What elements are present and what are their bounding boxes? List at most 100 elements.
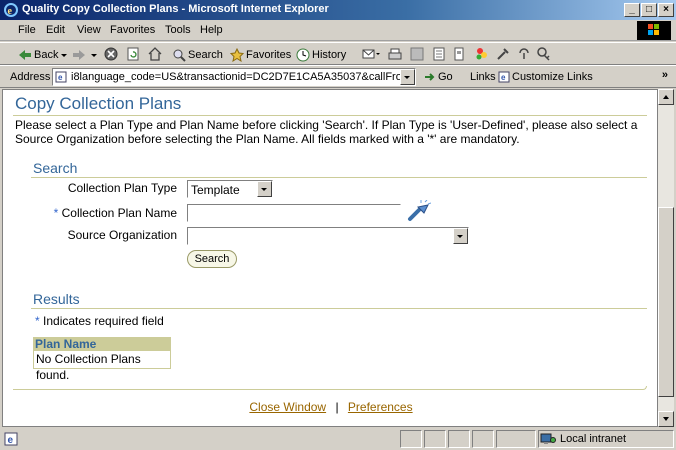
close-button[interactable]: × <box>658 3 674 17</box>
plan-type-dropdown-button[interactable] <box>257 181 272 197</box>
edit-icon[interactable] <box>410 47 424 61</box>
page-status-icon: e <box>4 432 18 446</box>
menu-file[interactable]: File <box>18 24 36 36</box>
address-bar: Address e i8language_code=US&transaction… <box>0 65 676 88</box>
plan-type-label: Collection Plan Type <box>67 181 177 195</box>
source-org-select[interactable] <box>187 227 469 245</box>
footer-links: Close Window | Preferences <box>3 400 657 414</box>
vertical-scrollbar[interactable] <box>658 89 674 427</box>
search-heading: Search <box>33 160 78 176</box>
key-icon[interactable] <box>536 46 552 62</box>
scroll-down-arrow-icon <box>663 417 669 421</box>
footer-divider <box>13 386 647 390</box>
back-label: Back <box>34 49 59 61</box>
status-pane-2 <box>424 430 446 448</box>
search-toolbar-button[interactable]: Search <box>172 47 223 63</box>
go-label: Go <box>438 71 453 83</box>
results-divider <box>31 308 647 309</box>
scroll-down-button[interactable] <box>658 411 674 427</box>
status-bar: e Local intranet <box>0 428 676 450</box>
windows-logo-icon <box>637 21 671 40</box>
intranet-icon <box>540 433 556 444</box>
table-empty-row: No Collection Plans found. <box>33 351 171 382</box>
svg-text:e: e <box>501 73 506 82</box>
chevron-more-icon[interactable]: » <box>662 69 668 81</box>
search-icon <box>173 49 186 62</box>
tools-icon[interactable] <box>496 47 510 61</box>
source-org-label: Source Organization <box>67 228 177 242</box>
mail-icon[interactable] <box>362 47 380 61</box>
svg-text:e: e <box>8 435 14 446</box>
toolbar: Back Search Favorites History <box>0 42 676 65</box>
zone-label: Local intranet <box>560 433 627 445</box>
favorites-label: Favorites <box>246 49 292 61</box>
link-page-icon: e <box>498 71 510 83</box>
status-pane-1 <box>400 430 422 448</box>
title-bar: e Quality Copy Collection Plans - Micros… <box>0 0 676 20</box>
page-title: Copy Collection Plans <box>15 94 182 113</box>
address-input[interactable]: e i8language_code=US&transactionid=DC2D7… <box>52 68 416 86</box>
plan-type-select[interactable]: Template <box>187 180 273 198</box>
menu-tools[interactable]: Tools <box>165 24 191 36</box>
customize-links[interactable]: e Customize Links <box>498 71 593 83</box>
history-icon <box>296 48 310 62</box>
menu-view[interactable]: View <box>77 24 101 36</box>
home-icon[interactable] <box>148 47 162 61</box>
refresh-icon[interactable] <box>126 47 140 61</box>
required-note-text: Indicates required field <box>43 314 164 328</box>
messenger-icon[interactable] <box>474 46 490 62</box>
address-dropdown-button[interactable] <box>400 69 415 85</box>
search-button[interactable]: Search <box>187 250 237 268</box>
stop-icon[interactable] <box>104 47 118 61</box>
footer-separator: | <box>335 400 339 414</box>
results-heading: Results <box>33 291 80 307</box>
plan-name-label: Collection Plan Name <box>61 206 177 220</box>
source-org-dropdown-button[interactable] <box>453 228 468 244</box>
security-zone: Local intranet <box>540 432 626 446</box>
address-label: Address <box>10 71 51 83</box>
menu-favorites[interactable]: Favorites <box>110 24 155 36</box>
required-asterisk: * <box>53 206 59 220</box>
go-button[interactable]: Go <box>424 71 453 83</box>
forward-button[interactable] <box>72 47 97 63</box>
back-arrow-icon <box>19 50 31 60</box>
menu-help[interactable]: Help <box>200 24 223 36</box>
flashlight-search-icon[interactable] <box>407 200 431 222</box>
status-pane-4 <box>472 430 494 448</box>
instructions-text: Please select a Plan Type and Plan Name … <box>15 118 638 146</box>
menu-edit[interactable]: Edit <box>46 24 65 36</box>
print-icon[interactable] <box>388 47 402 61</box>
history-label: History <box>312 49 347 61</box>
menu-bar: File Edit View Favorites Tools Help <box>0 20 676 41</box>
table-header-plan-name: Plan Name <box>33 337 171 351</box>
links-label[interactable]: Links <box>470 71 496 83</box>
discuss-icon[interactable] <box>432 47 446 61</box>
favorites-button[interactable]: Favorites <box>230 47 291 63</box>
page-content: Copy Collection Plans Please select a Pl… <box>2 89 658 427</box>
status-pane-5 <box>496 430 536 448</box>
scroll-up-button[interactable] <box>658 89 674 105</box>
favorites-icon <box>230 48 244 62</box>
research-icon[interactable] <box>516 46 532 62</box>
search-divider <box>31 177 647 178</box>
minimize-button[interactable]: _ <box>624 3 640 17</box>
document-icon[interactable] <box>452 47 466 61</box>
plan-type-value: Template <box>191 183 240 197</box>
plan-name-input[interactable] <box>187 204 401 222</box>
forward-arrow-icon <box>73 50 85 60</box>
preferences-link[interactable]: Preferences <box>348 400 413 414</box>
scroll-up-arrow-icon <box>663 95 669 99</box>
scroll-thumb[interactable] <box>658 207 674 397</box>
page-icon: e <box>55 71 67 83</box>
maximize-button[interactable]: □ <box>641 3 657 17</box>
history-button[interactable]: History <box>296 47 346 63</box>
close-window-link[interactable]: Close Window <box>249 400 326 414</box>
svg-text:e: e <box>8 6 13 17</box>
go-arrow-icon <box>425 73 435 81</box>
title-divider <box>13 115 647 116</box>
ie-logo-icon: e <box>4 3 18 17</box>
status-pane-3 <box>448 430 470 448</box>
back-button[interactable]: Back <box>18 47 68 63</box>
window-title: Quality Copy Collection Plans - Microsof… <box>22 3 329 15</box>
address-url: i8language_code=US&transactionid=DC2D7E1… <box>71 71 415 83</box>
